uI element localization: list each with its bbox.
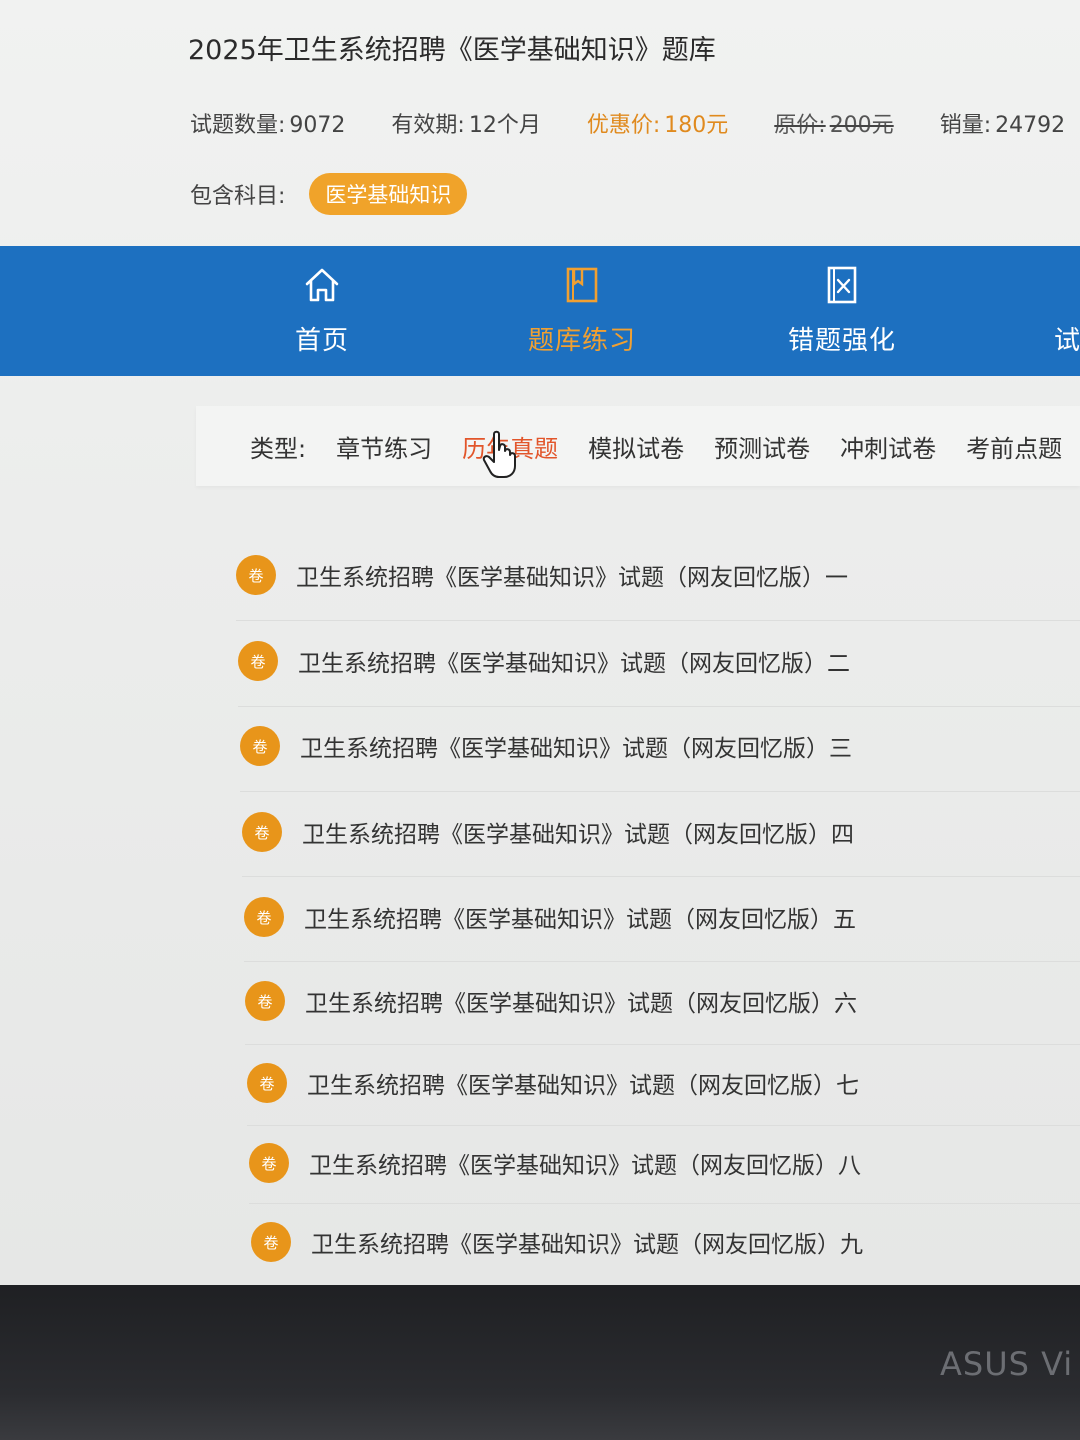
- question-count: 试题数量: 9072: [190, 113, 346, 138]
- browser-screen: 2025年卫生系统招聘《医学基础知识》题库 试题数量: 9072 有效期: 12…: [0, 0, 1080, 1285]
- paper-badge: 卷: [242, 812, 282, 852]
- nav-home[interactable]: 首页: [242, 246, 402, 376]
- nav-exam[interactable]: 试: [1022, 246, 1080, 376]
- course-meta: 试题数量: 9072 有效期: 12个月 优惠价: 180元 原价: 200元 …: [190, 108, 1080, 138]
- paper-badge: 卷: [244, 897, 284, 937]
- list-item[interactable]: 卷 卫生系统招聘《医学基础知识》试题（网友回忆版）四: [242, 802, 854, 862]
- list-item-title: 卫生系统招聘《医学基础知识》试题（网友回忆版）八: [309, 1153, 861, 1179]
- list-item-title: 卫生系统招聘《医学基础知识》试题（网友回忆版）三: [300, 736, 852, 762]
- wrong-book-icon: [827, 266, 857, 304]
- list-item-title: 卫生系统招聘《医学基础知识》试题（网友回忆版）四: [302, 822, 854, 848]
- filter-mock-exams[interactable]: 模拟试卷: [588, 429, 684, 464]
- type-filter: 类型: 章节练习 历年真题 模拟试卷 预测试卷 冲刺试卷 考前点题: [196, 406, 1080, 486]
- subject-tag[interactable]: 医学基础知识: [309, 173, 468, 215]
- type-label: 类型:: [250, 434, 307, 463]
- book-icon: [566, 267, 598, 303]
- laptop-brand-logo: ASUS Vi: [940, 1345, 1074, 1383]
- list-item[interactable]: 卷 卫生系统招聘《医学基础知识》试题（网友回忆版）三: [240, 716, 852, 776]
- divider: [236, 620, 1080, 621]
- filter-prediction-exams[interactable]: 预测试卷: [714, 429, 810, 464]
- paper-badge: 卷: [240, 726, 280, 766]
- paper-badge: 卷: [249, 1143, 289, 1183]
- list-item-title: 卫生系统招聘《医学基础知识》试题（网友回忆版）一: [296, 565, 848, 591]
- subject-row: 包含科目: 医学基础知识: [190, 172, 468, 216]
- main-nav: 首页 题库练习 错题强化 试: [0, 246, 1080, 376]
- list-item[interactable]: 卷 卫生系统招聘《医学基础知识》试题（网友回忆版）七: [247, 1053, 859, 1113]
- divider: [238, 706, 1080, 707]
- list-item[interactable]: 卷 卫生系统招聘《医学基础知识》试题（网友回忆版）一: [236, 545, 848, 605]
- list-item-title: 卫生系统招聘《医学基础知识》试题（网友回忆版）七: [307, 1073, 859, 1099]
- discount-price: 优惠价: 180元: [586, 113, 729, 138]
- filter-pre-exam-tips[interactable]: 考前点题: [966, 429, 1062, 464]
- divider: [242, 876, 1080, 877]
- paper-badge: 卷: [245, 981, 285, 1021]
- laptop-bezel: [0, 1285, 1080, 1440]
- home-icon: [305, 268, 339, 302]
- filter-chapter-practice[interactable]: 章节练习: [336, 429, 432, 464]
- filter-sprint-exams[interactable]: 冲刺试卷: [840, 429, 936, 464]
- course-title: 2025年卫生系统招聘《医学基础知识》题库: [188, 35, 716, 66]
- divider: [247, 1125, 1080, 1126]
- validity-period: 有效期: 12个月: [391, 113, 541, 138]
- divider: [244, 961, 1080, 962]
- paper-badge: 卷: [247, 1063, 287, 1103]
- nav-wrong-questions[interactable]: 错题强化: [762, 246, 922, 376]
- paper-badge: 卷: [236, 555, 276, 595]
- paper-badge: 卷: [238, 641, 278, 681]
- list-item-title: 卫生系统招聘《医学基础知识》试题（网友回忆版）六: [305, 991, 857, 1017]
- paper-badge: 卷: [251, 1222, 291, 1262]
- hand-cursor-icon: [482, 430, 516, 478]
- list-item[interactable]: 卷 卫生系统招聘《医学基础知识》试题（网友回忆版）九: [251, 1212, 863, 1272]
- list-item[interactable]: 卷 卫生系统招聘《医学基础知识》试题（网友回忆版）八: [249, 1133, 861, 1193]
- divider: [240, 791, 1080, 792]
- list-item[interactable]: 卷 卫生系统招聘《医学基础知识》试题（网友回忆版）二: [238, 631, 850, 691]
- divider: [249, 1203, 1080, 1204]
- subject-label: 包含科目:: [190, 184, 286, 209]
- list-item-title: 卫生系统招聘《医学基础知识》试题（网友回忆版）五: [304, 907, 856, 933]
- list-item[interactable]: 卷 卫生系统招聘《医学基础知识》试题（网友回忆版）五: [244, 887, 856, 947]
- divider: [245, 1044, 1080, 1045]
- list-item-title: 卫生系统招聘《医学基础知识》试题（网友回忆版）二: [298, 651, 850, 677]
- list-item-title: 卫生系统招聘《医学基础知识》试题（网友回忆版）九: [311, 1232, 863, 1258]
- sales-volume: 销量: 24792: [939, 113, 1066, 138]
- original-price: 原价: 200元: [774, 113, 894, 138]
- list-item[interactable]: 卷 卫生系统招聘《医学基础知识》试题（网友回忆版）六: [245, 971, 857, 1031]
- nav-question-bank[interactable]: 题库练习: [502, 246, 662, 376]
